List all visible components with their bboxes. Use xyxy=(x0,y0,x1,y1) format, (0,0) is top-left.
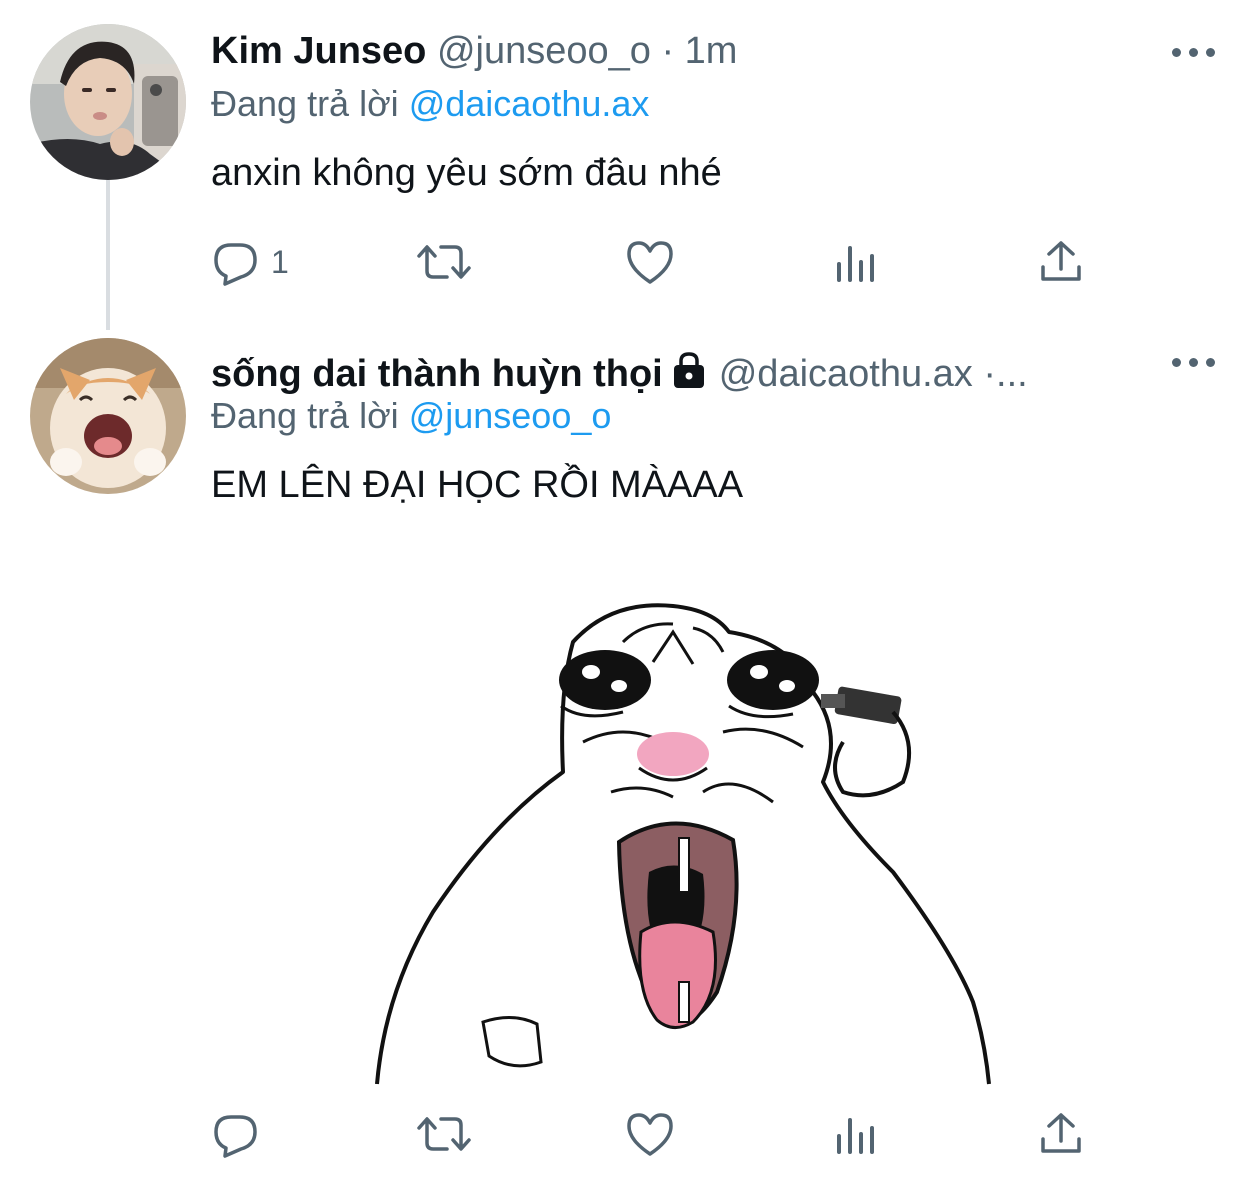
analytics-button[interactable] xyxy=(835,1104,879,1164)
replying-to-label: Đang trả lời xyxy=(211,395,399,436)
crying-meme-cartoon-image xyxy=(373,572,1139,1086)
analytics-icon xyxy=(837,246,874,282)
replying-to: Đang trả lời @daicaothu.ax xyxy=(211,82,649,126)
retweet-button[interactable] xyxy=(415,1104,473,1164)
tweet-actions xyxy=(211,1104,1111,1164)
author-name[interactable]: Kim Junseo xyxy=(211,30,426,72)
author-name[interactable]: sống dai thành huỳn thọi xyxy=(211,353,663,395)
tweet-actions: 1 xyxy=(211,232,1111,292)
reply-mention-link[interactable]: @junseoo_o xyxy=(409,395,612,436)
tweet-header: Kim Junseo @junseoo_o · 1m xyxy=(211,28,737,74)
replying-to-label: Đang trả lời xyxy=(211,83,399,124)
like-button[interactable] xyxy=(625,232,675,292)
share-button[interactable] xyxy=(1039,232,1083,292)
like-icon xyxy=(627,241,673,284)
share-icon xyxy=(1041,241,1081,281)
thread-line xyxy=(106,180,110,330)
author-handle[interactable]: @junseoo_o · 1m xyxy=(437,30,738,72)
retweet-icon xyxy=(417,245,471,279)
retweet-icon xyxy=(417,1117,471,1151)
tweet-media-image[interactable] xyxy=(373,572,1139,1086)
tweet-text: EM LÊN ĐẠI HỌC RỒI MÀAAA xyxy=(211,464,744,506)
analytics-button[interactable] xyxy=(835,232,879,292)
tweet-daicaothu[interactable]: sống dai thành huỳn thọi @daicaothu.ax ·.… xyxy=(0,330,1242,1184)
reply-icon xyxy=(214,243,257,286)
avatar[interactable] xyxy=(30,338,186,494)
avatar[interactable] xyxy=(30,24,186,180)
tweet-text: anxin không yêu sớm đâu nhé xyxy=(211,152,722,194)
lock-icon xyxy=(669,350,709,401)
reply-button[interactable]: 1 xyxy=(211,232,289,292)
more-options-icon[interactable] xyxy=(1172,42,1216,62)
reply-icon xyxy=(214,1115,257,1158)
reply-button[interactable] xyxy=(211,1104,271,1164)
share-icon xyxy=(1041,1113,1081,1153)
more-options-icon[interactable] xyxy=(1172,352,1216,372)
share-button[interactable] xyxy=(1039,1104,1083,1164)
tweet-kim-junseo[interactable]: Kim Junseo @junseoo_o · 1m Đang trả lời … xyxy=(0,0,1242,330)
reply-mention-link[interactable]: @daicaothu.ax xyxy=(409,83,650,124)
author-handle[interactable]: @daicaothu.ax ·... xyxy=(719,353,1028,395)
analytics-icon xyxy=(837,1118,874,1154)
like-button[interactable] xyxy=(625,1104,675,1164)
replying-to: Đang trả lời @junseoo_o xyxy=(211,394,611,438)
like-icon xyxy=(627,1113,673,1156)
reply-count: 1 xyxy=(271,243,289,280)
retweet-button[interactable] xyxy=(415,232,473,292)
